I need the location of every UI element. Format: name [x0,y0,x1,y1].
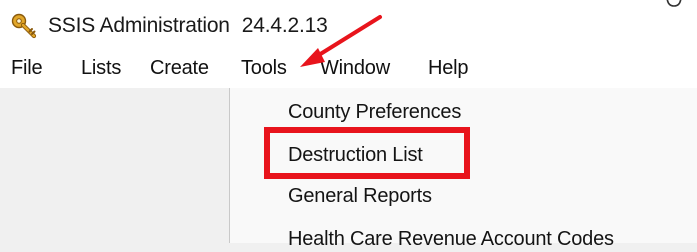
menu-item-general-reports[interactable]: General Reports [288,183,432,209]
title-bar: SSIS Administration 24.4.2.13 [0,0,697,48]
app-name: SSIS Administration [48,14,230,37]
menu-item-destruction-list[interactable]: Destruction List [288,142,423,168]
menu-item-health-care-revenue-account-codes[interactable]: Health Care Revenue Account Codes [288,226,614,252]
menu-lists[interactable]: Lists [81,48,121,88]
key-icon [11,13,37,39]
app-version: 24.4.2.13 [241,14,328,37]
partial-icon [666,0,682,7]
menu-window[interactable]: Window [320,48,390,88]
menu-tools[interactable]: Tools [241,48,287,88]
menu-bar: File Lists Create Tools Window Help [0,48,697,88]
workspace-area [0,88,229,243]
menu-help[interactable]: Help [428,48,469,88]
menu-file[interactable]: File [11,48,43,88]
window-title: SSIS Administration 24.4.2.13 [48,14,328,38]
menu-item-county-preferences[interactable]: County Preferences [288,99,461,125]
tools-dropdown-menu: County Preferences Destruction List Gene… [229,88,697,250]
menu-create[interactable]: Create [150,48,209,88]
